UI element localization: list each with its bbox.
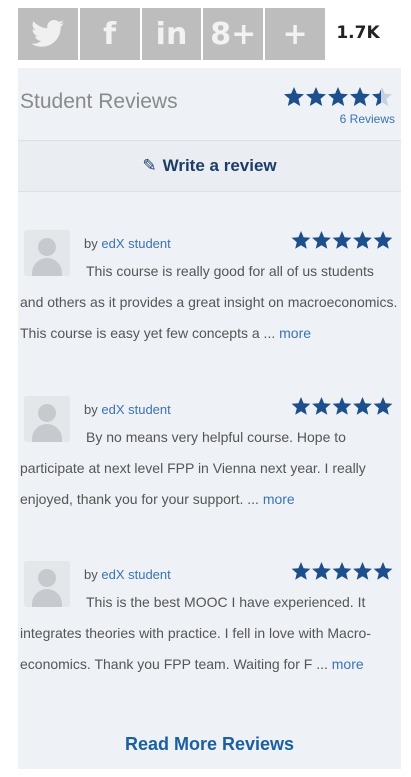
star-icon (328, 87, 348, 106)
facebook-glyph: f (103, 16, 117, 52)
star-icon (350, 87, 370, 106)
star-icon (373, 562, 393, 580)
review-byline: by edX student (84, 567, 171, 582)
more-link[interactable]: more (279, 325, 311, 341)
star-icon (373, 397, 393, 415)
star-icon (291, 231, 311, 249)
review-author-link[interactable]: edX student (101, 236, 170, 251)
star-icon (291, 562, 311, 580)
facebook-icon[interactable]: f (79, 8, 140, 60)
star-icon (353, 231, 372, 249)
review-rating-stars (291, 396, 393, 418)
star-icon (284, 87, 304, 106)
by-label: by (84, 236, 98, 251)
plus-glyph: + (282, 16, 308, 52)
reviews-title: Student Reviews (20, 90, 178, 113)
write-review-button[interactable]: ✎ Write a review (18, 140, 401, 192)
star-icon (332, 397, 352, 415)
half-star-icon (372, 87, 392, 106)
star-icon (312, 397, 331, 415)
star-icon (373, 231, 393, 249)
more-link[interactable]: more (332, 656, 364, 672)
review-body: By no means very helpful course. Hope to… (20, 429, 366, 507)
review-text: This course is really good for all of us… (20, 256, 398, 349)
review-byline: by edX student (84, 402, 171, 417)
linkedin-icon[interactable]: in (141, 8, 202, 60)
star-icon (353, 562, 372, 580)
reviews-header: Student Reviews 6 Reviews (18, 68, 401, 140)
reviews-panel: Student Reviews 6 Reviews ✎ Write a revi… (18, 68, 401, 769)
write-review-label: Write a review (162, 156, 277, 175)
star-icon (312, 562, 331, 580)
pencil-icon: ✎ (142, 156, 157, 175)
star-icon (332, 231, 352, 249)
google-plus-icon[interactable]: 8+ (203, 8, 264, 60)
review-byline: by edX student (84, 236, 171, 251)
read-more-reviews-button[interactable]: Read More Reviews (18, 724, 401, 764)
share-icons: f in 8+ + (18, 8, 325, 60)
plus-icon[interactable]: + (265, 8, 325, 60)
overall-rating-stars (283, 86, 393, 108)
star-icon (291, 397, 311, 415)
review-rating-stars (291, 561, 393, 583)
by-label: by (84, 567, 98, 582)
reviews-count-link[interactable]: 6 Reviews (340, 112, 395, 126)
review-rating-stars (291, 230, 393, 252)
more-link[interactable]: more (263, 491, 295, 507)
share-bar: f in 8+ + 1.7K (0, 8, 411, 60)
twitter-icon[interactable] (18, 8, 78, 60)
linkedin-glyph: in (155, 16, 188, 52)
review-text: By no means very helpful course. Hope to… (20, 422, 398, 515)
share-count: 1.7K (328, 14, 388, 52)
google-plus-glyph: 8+ (210, 16, 257, 52)
header-stars-svg (284, 87, 392, 106)
star-icon (312, 231, 331, 249)
star-icon (353, 397, 372, 415)
review-body: This course is really good for all of us… (20, 263, 398, 341)
by-label: by (84, 402, 98, 417)
star-icon (332, 562, 352, 580)
review-body: This is the best MOOC I have experienced… (20, 594, 371, 672)
review-text: This is the best MOOC I have experienced… (20, 587, 398, 680)
review-author-link[interactable]: edX student (101, 402, 170, 417)
review-author-link[interactable]: edX student (101, 567, 170, 582)
star-icon (306, 87, 326, 106)
